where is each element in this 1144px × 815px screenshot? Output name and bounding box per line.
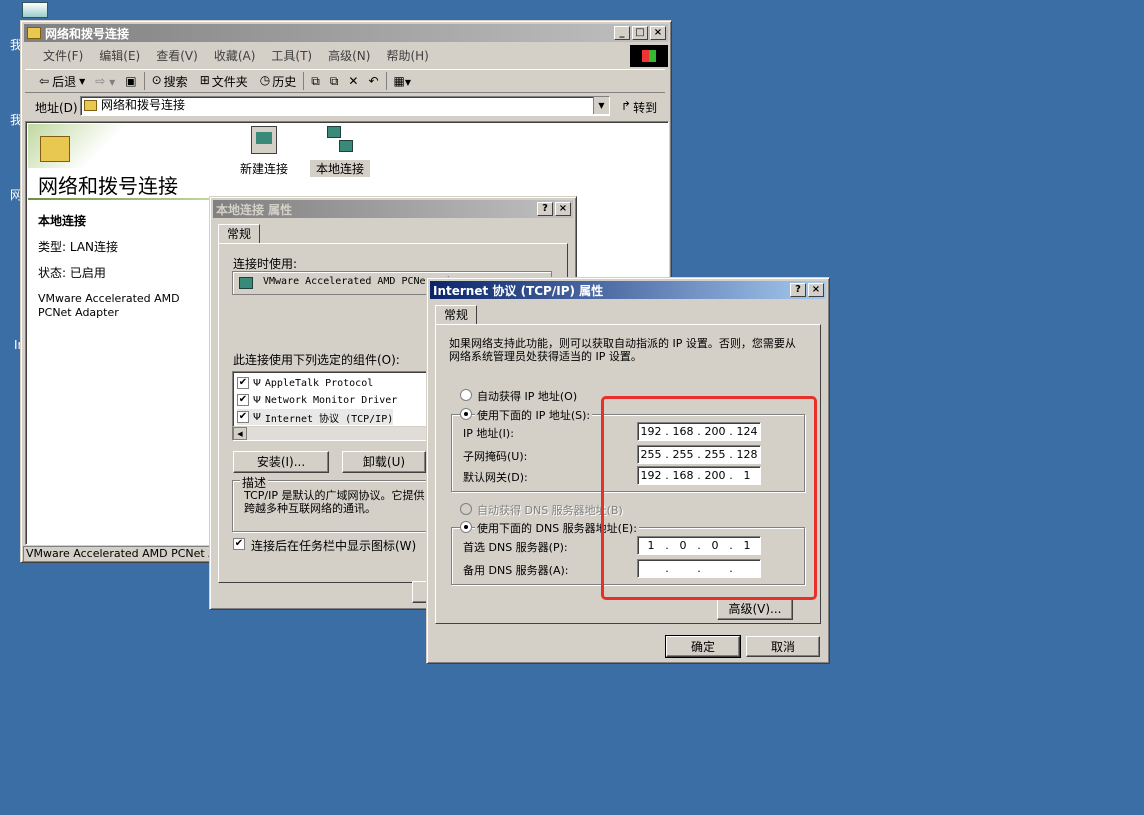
desktop-icon-top[interactable] <box>22 2 48 18</box>
scroll-left-icon[interactable]: ◀ <box>233 427 247 440</box>
description-text: TCP/IP 是默认的广域网协议。它提供跨越多种互联网络的通讯。 <box>244 489 425 515</box>
manual-ip-radio[interactable] <box>460 408 472 420</box>
minimize-button[interactable]: _ <box>614 26 630 40</box>
toolbar: ⇦ 后退 ▼ ⇨ ▼ ▣ ⊙ 搜索 ⊞ 文件夹 ◷ 历史 ⧉ ⧉ ✕ ↶ ▦▼ <box>25 69 665 93</box>
maximize-button[interactable]: □ <box>632 26 648 40</box>
component-checkbox[interactable]: ✔ <box>237 377 249 389</box>
forward-button[interactable]: ⇨ ▼ <box>95 74 115 88</box>
undo-icon[interactable]: ↶ <box>368 74 378 88</box>
help-button[interactable]: ? <box>790 283 806 297</box>
network-connections-icon <box>40 136 70 162</box>
local-props-titlebar[interactable]: 本地连接 属性 ? × <box>213 200 573 218</box>
tab-general[interactable]: 常规 <box>435 305 478 324</box>
move-to-icon[interactable]: ⧉ <box>311 74 320 89</box>
header-underline <box>28 198 210 200</box>
menu-favorites[interactable]: 收藏(A) <box>214 47 256 64</box>
advanced-button[interactable]: 高级(V)... <box>717 598 793 620</box>
status-bar: VMware Accelerated AMD PCNet Adapter <box>23 546 211 562</box>
show-icon-checkbox[interactable]: ✔ <box>233 538 245 550</box>
connect-using-label: 连接时使用: <box>233 257 298 271</box>
explorer-titlebar[interactable]: 网络和拨号连接 _ □ × <box>24 24 668 42</box>
show-icon-label: 连接后在任务栏中显示图标(W) <box>251 539 417 553</box>
address-bar: 地址(D) 网络和拨号连接 ▼ ↱ 转到 <box>25 95 665 119</box>
new-connection-icon <box>251 126 277 154</box>
auto-ip-label: 自动获得 IP 地址(O) <box>477 390 578 403</box>
default-gateway-label: 默认网关(D): <box>463 471 528 484</box>
network-folder-icon <box>84 100 97 111</box>
component-row[interactable]: ✔ Ψ Network Monitor Driver <box>237 392 397 408</box>
local-connection-item[interactable]: 本地连接 <box>310 126 370 177</box>
new-connection-item[interactable]: 新建连接 <box>234 126 294 177</box>
intro-text: 如果网络支持此功能，则可以获取自动指派的 IP 设置。否则，您需要从网络系统管理… <box>449 337 796 363</box>
info-status: 状态: 已启用 <box>38 266 106 280</box>
adapter-icon <box>239 277 253 289</box>
components-label: 此连接使用下列选定的组件(O): <box>233 353 400 367</box>
go-button[interactable]: ↱ 转到 <box>621 99 657 116</box>
chevron-down-icon: ▼ <box>79 76 86 86</box>
up-folder-icon[interactable]: ▣ <box>125 74 136 88</box>
views-icon[interactable]: ▦▼ <box>394 74 412 88</box>
menu-file[interactable]: 文件(F) <box>43 47 83 64</box>
delete-icon[interactable]: ✕ <box>348 74 358 88</box>
menu-help[interactable]: 帮助(H) <box>386 47 428 64</box>
component-row[interactable]: ✔ Ψ Internet 协议 (TCP/IP) <box>237 409 394 425</box>
ok-button[interactable]: 确定 <box>665 635 741 658</box>
explorer-title: 网络和拨号连接 <box>45 26 130 41</box>
folders-button[interactable]: ⊞ 文件夹 <box>200 73 248 90</box>
close-button[interactable]: × <box>808 283 824 297</box>
search-icon: ⊙ <box>151 72 162 87</box>
cancel-button[interactable]: 取消 <box>746 636 820 657</box>
go-arrow-icon: ↱ <box>621 99 632 113</box>
component-checkbox[interactable]: ✔ <box>237 411 249 423</box>
ip-address-label: IP 地址(I): <box>463 427 514 440</box>
auto-dns-radio[interactable] <box>460 503 472 515</box>
horizontal-scrollbar[interactable]: ◀ <box>233 426 431 440</box>
history-icon: ◷ <box>259 72 271 87</box>
back-arrow-icon: ⇦ <box>39 74 50 88</box>
folder-icon <box>27 27 41 39</box>
address-label: 地址(D) <box>35 101 78 115</box>
header-title: 网络和拨号连接 <box>38 174 178 198</box>
back-button[interactable]: ⇦ 后退 ▼ <box>39 73 85 90</box>
local-connection-icon <box>327 126 353 154</box>
copy-to-icon[interactable]: ⧉ <box>330 74 339 89</box>
preferred-dns-label: 首选 DNS 服务器(P): <box>463 541 568 554</box>
protocol-icon: Ψ <box>253 411 261 423</box>
close-button[interactable]: × <box>650 26 666 40</box>
folder-tree-icon: ⊞ <box>199 72 210 87</box>
highlight-annotation-box <box>601 396 817 600</box>
search-button[interactable]: ⊙ 搜索 <box>152 73 188 90</box>
protocol-icon: Ψ <box>253 394 261 406</box>
auto-ip-radio[interactable] <box>460 389 472 401</box>
protocol-icon: Ψ <box>253 377 261 389</box>
history-button[interactable]: ◷ 历史 <box>260 73 297 90</box>
tab-general[interactable]: 常规 <box>218 224 261 243</box>
tcpip-titlebar[interactable]: Internet 协议 (TCP/IP) 属性 ? × <box>430 281 826 299</box>
address-dropdown-button[interactable]: ▼ <box>593 97 609 114</box>
subnet-mask-label: 子网掩码(U): <box>463 450 528 463</box>
alternate-dns-label: 备用 DNS 服务器(A): <box>463 564 569 577</box>
menu-edit[interactable]: 编辑(E) <box>99 47 140 64</box>
menu-view[interactable]: 查看(V) <box>156 47 198 64</box>
menu-bar: 文件(F) 编辑(E) 查看(V) 收藏(A) 工具(T) 高级(N) 帮助(H… <box>25 45 625 65</box>
address-input[interactable]: 网络和拨号连接 ▼ <box>80 96 610 116</box>
manual-ip-label: 使用下面的 IP 地址(S): <box>475 407 593 423</box>
help-button[interactable]: ? <box>537 202 553 216</box>
windows-logo-icon <box>630 45 668 67</box>
uninstall-button[interactable]: 卸载(U) <box>342 451 426 473</box>
info-name: 本地连接 <box>38 214 87 228</box>
info-device: VMware Accelerated AMD PCNet Adapter <box>38 292 180 319</box>
components-list[interactable]: ✔ Ψ AppleTalk Protocol ✔ Ψ Network Monit… <box>232 371 432 441</box>
info-type: 类型: LAN连接 <box>38 240 119 254</box>
menu-tools[interactable]: 工具(T) <box>271 47 312 64</box>
close-button[interactable]: × <box>555 202 571 216</box>
component-checkbox[interactable]: ✔ <box>237 394 249 406</box>
install-button[interactable]: 安装(I)... <box>233 451 329 473</box>
menu-advanced[interactable]: 高级(N) <box>328 47 370 64</box>
manual-dns-radio[interactable] <box>460 521 472 533</box>
component-row[interactable]: ✔ Ψ AppleTalk Protocol <box>237 375 373 391</box>
